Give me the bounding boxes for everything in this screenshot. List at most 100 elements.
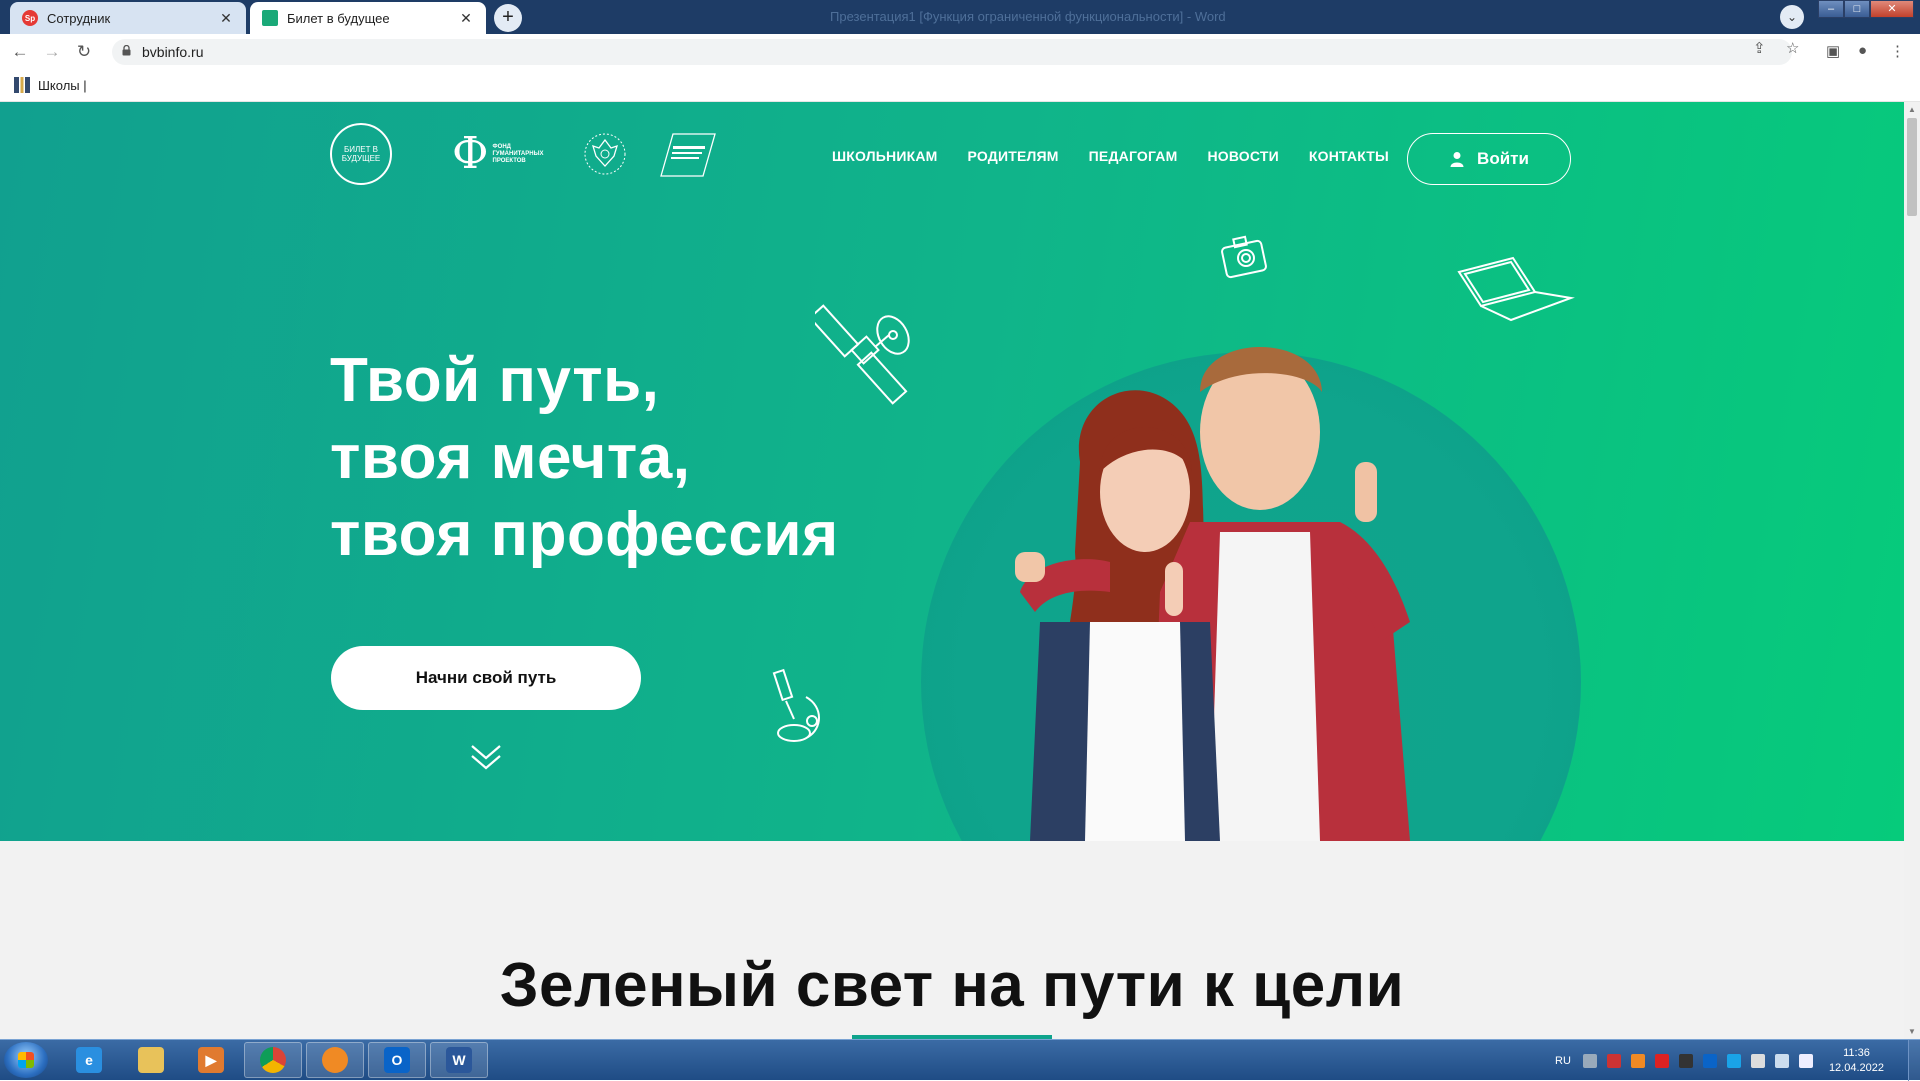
ministry-emblem-icon[interactable] xyxy=(581,130,629,178)
forward-arrow-icon[interactable]: → xyxy=(42,42,62,62)
scroll-down-icon[interactable] xyxy=(470,742,502,772)
page-viewport: БИЛЕТ В БУДУЩЕЕ Ф ФОНД ГУМАНИТАРНЫХ ПРОЕ… xyxy=(0,102,1904,1039)
show-desktop-button[interactable] xyxy=(1908,1040,1920,1081)
headline-line: твоя мечта, xyxy=(330,423,691,492)
new-tab-button[interactable]: + xyxy=(494,4,522,32)
tray-app-icon[interactable] xyxy=(1678,1053,1693,1068)
clock[interactable]: 11:36 12.04.2022 xyxy=(1829,1046,1884,1076)
tray-app-icon[interactable] xyxy=(1702,1053,1717,1068)
language-indicator[interactable]: RU xyxy=(1555,1055,1571,1067)
bookmarks-bar: Школы | xyxy=(0,70,1920,102)
tab-title: Билет в будущее xyxy=(287,10,390,26)
hero-section: БИЛЕТ В БУДУЩЕЕ Ф ФОНД ГУМАНИТАРНЫХ ПРОЕ… xyxy=(0,102,1904,841)
taskbar-explorer[interactable] xyxy=(122,1042,180,1078)
nav-shkolnikam[interactable]: ШКОЛЬНИКАМ xyxy=(832,148,938,164)
word-icon: W xyxy=(446,1047,472,1073)
windows-taskbar: e ▶ O W RU 11:36 12.04.2022 xyxy=(0,1039,1920,1081)
bvb-logo[interactable]: БИЛЕТ В БУДУЩЕЕ xyxy=(330,123,392,185)
start-path-button[interactable]: Начни свой путь xyxy=(331,646,641,710)
tray-app-icon[interactable] xyxy=(1630,1053,1645,1068)
profile-icon[interactable]: ● xyxy=(1858,42,1867,59)
main-nav: ШКОЛЬНИКАМ РОДИТЕЛЯМ ПЕДАГОГАМ НОВОСТИ К… xyxy=(832,148,1389,164)
hero-headline: Твой путь, твоя мечта, твоя профессия xyxy=(330,342,839,573)
system-tray: RU 11:36 12.04.2022 xyxy=(1555,1040,1920,1081)
tab-sotrudnik[interactable]: Sp Сотрудник ✕ xyxy=(10,2,246,34)
back-arrow-icon[interactable]: ← xyxy=(10,42,30,62)
microscope-icon xyxy=(772,668,820,742)
browser-toolbar: ← → ↻ bvbinfo.ru ⇪ ☆ ▣ ● ⋮ xyxy=(0,34,1920,70)
scroll-down-arrow-icon[interactable]: ▼ xyxy=(1908,1027,1916,1036)
tray-app-icon[interactable] xyxy=(1582,1053,1597,1068)
share-icon[interactable]: ⇪ xyxy=(1753,39,1766,57)
taskbar-word[interactable]: W xyxy=(430,1042,488,1078)
taskbar-media-player[interactable]: ▶ xyxy=(182,1042,240,1078)
partner-logos: БИЛЕТ В БУДУЩЕЕ Ф ФОНД ГУМАНИТАРНЫХ ПРОЕ… xyxy=(330,122,717,186)
scrollbar-thumb[interactable] xyxy=(1907,118,1917,216)
bvb-logo-text: БИЛЕТ В БУДУЩЕЕ xyxy=(341,145,381,163)
login-button[interactable]: Войти xyxy=(1407,133,1571,185)
tray-app-icon[interactable] xyxy=(1606,1053,1621,1068)
explorer-icon xyxy=(138,1047,164,1073)
nav-roditelyam[interactable]: РОДИТЕЛЯМ xyxy=(968,148,1059,164)
headline-line: Твой путь, xyxy=(330,346,660,415)
volume-icon[interactable] xyxy=(1798,1053,1813,1068)
bvb-icon xyxy=(262,10,278,26)
flag-icon[interactable] xyxy=(1750,1053,1765,1068)
fgp-logo[interactable]: Ф ФОНД ГУМАНИТАРНЫХ ПРОЕКТОВ xyxy=(452,132,553,176)
fgp-logo-symbol: Ф xyxy=(452,128,489,179)
reload-icon[interactable]: ↻ xyxy=(74,42,94,62)
outlook-icon: O xyxy=(384,1047,410,1073)
lock-icon xyxy=(122,45,131,56)
sp-icon: Sp xyxy=(22,10,38,26)
media-player-icon: ▶ xyxy=(198,1047,224,1073)
browser-tabstrip: Sp Сотрудник ✕ Билет в будущее ✕ + Презе… xyxy=(0,0,1920,34)
windows-logo-icon xyxy=(18,1052,34,1068)
cta-label: Начни свой путь xyxy=(415,668,557,687)
nav-kontakty[interactable]: КОНТАКТЫ xyxy=(1309,148,1389,164)
close-icon[interactable]: ✕ xyxy=(218,10,234,27)
start-button[interactable] xyxy=(4,1042,48,1078)
taskbar-outlook[interactable]: O xyxy=(368,1042,426,1078)
taskbar-ie[interactable]: e xyxy=(60,1042,118,1078)
tray-app-icon[interactable] xyxy=(1654,1053,1669,1068)
address-bar[interactable]: bvbinfo.ru xyxy=(112,39,1792,65)
bookmark-folder-icon xyxy=(14,77,30,93)
students-photo xyxy=(1015,347,1410,841)
url-text: bvbinfo.ru xyxy=(142,44,204,60)
sidebar-icon[interactable]: ▣ xyxy=(1826,42,1840,60)
green-light-section: Зеленый свет на пути к цели xyxy=(0,841,1904,1039)
satellite-icon xyxy=(815,304,910,405)
tab-bilet-v-budushchee[interactable]: Билет в будущее ✕ xyxy=(250,2,486,34)
chrome-icon xyxy=(260,1047,286,1073)
tab-title: Сотрудник xyxy=(47,10,111,26)
nav-novosti[interactable]: НОВОСТИ xyxy=(1207,148,1278,164)
national-projects-logo[interactable] xyxy=(657,130,717,178)
bookmark-star-icon[interactable]: ☆ xyxy=(1786,39,1799,57)
firefox-icon xyxy=(322,1047,348,1073)
clock-time: 11:36 xyxy=(1843,1046,1870,1059)
tab-search-button[interactable]: ⌄ xyxy=(1780,5,1804,29)
close-icon[interactable]: ✕ xyxy=(458,10,474,27)
section-title: Зеленый свет на пути к цели xyxy=(499,951,1405,1020)
minimize-button[interactable]: – xyxy=(1818,0,1844,18)
network-icon[interactable] xyxy=(1774,1053,1789,1068)
taskbar-chrome[interactable] xyxy=(244,1042,302,1078)
bookmark-shkoly[interactable]: Школы | xyxy=(14,77,87,93)
window-controls: – □ ✕ xyxy=(1818,0,1914,18)
skype-icon[interactable] xyxy=(1726,1053,1741,1068)
clock-date: 12.04.2022 xyxy=(1828,1061,1884,1074)
fgp-logo-text: ФОНД ГУМАНИТАРНЫХ ПРОЕКТОВ xyxy=(492,143,544,164)
taskbar-firefox[interactable] xyxy=(306,1042,364,1078)
camera-icon xyxy=(1221,235,1267,279)
window-title: Презентация1 [Функция ограниченной функц… xyxy=(830,9,1226,24)
user-icon xyxy=(1450,152,1464,167)
headline-line: твоя профессия xyxy=(330,500,839,569)
bookmark-label: Школы | xyxy=(38,77,87,93)
scroll-up-arrow-icon[interactable]: ▲ xyxy=(1908,105,1916,114)
close-window-button[interactable]: ✕ xyxy=(1870,0,1914,18)
maximize-button[interactable]: □ xyxy=(1844,0,1870,18)
ie-icon: e xyxy=(76,1047,102,1073)
nav-pedagogam[interactable]: ПЕДАГОГАМ xyxy=(1089,148,1178,164)
page-scrollbar[interactable]: ▲ ▼ xyxy=(1904,102,1920,1039)
menu-kebab-icon[interactable]: ⋮ xyxy=(1890,42,1905,60)
